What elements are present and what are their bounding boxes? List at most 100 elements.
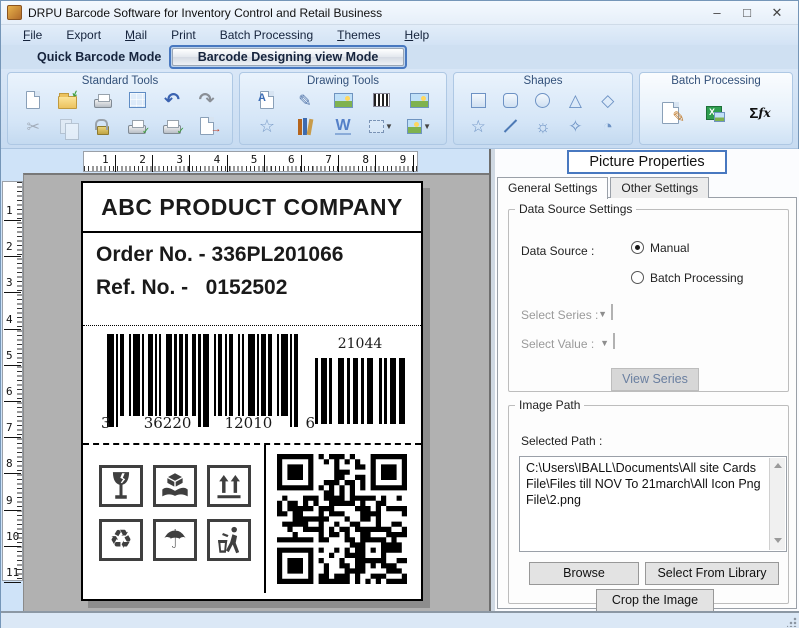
barcode-label-preview[interactable]: ABC PRODUCT COMPANY Order No. - 336PL201… [81, 181, 423, 601]
open-file-icon[interactable] [56, 89, 80, 111]
barcode-tool-icon[interactable] [369, 89, 393, 111]
browse-button[interactable]: Browse [529, 562, 639, 585]
h-ruler-number: 4 [214, 153, 221, 166]
panel-tabs: General Settings Other Settings [497, 177, 711, 198]
shape-tool-icon[interactable]: ☆ [255, 115, 279, 137]
image-path-group: Image Path Selected Path : C:\Users\IBAL… [508, 398, 789, 604]
company-name-text: ABC PRODUCT COMPANY [101, 194, 403, 221]
crop-the-image-button[interactable]: Crop the Image [596, 589, 714, 612]
radio-batch-circle[interactable] [631, 271, 644, 284]
panel-title: Picture Properties [589, 154, 704, 170]
h-ruler-number: 6 [288, 153, 295, 166]
view-series-button[interactable]: View Series [611, 368, 699, 391]
minimize-button[interactable]: – [702, 3, 732, 23]
star-shape-icon[interactable]: ☆ [466, 115, 490, 137]
select-from-library-button[interactable]: Select From Library [645, 562, 779, 585]
cut-icon[interactable]: ✂ [21, 115, 45, 137]
tab-other-settings[interactable]: Other Settings [610, 177, 709, 198]
menu-item-help[interactable]: Help [393, 26, 442, 44]
fragile-icon [99, 465, 143, 507]
radio-manual-circle[interactable] [631, 241, 644, 254]
menu-item-themes[interactable]: Themes [325, 26, 392, 44]
ellipse-shape-icon[interactable] [531, 89, 555, 111]
pencil-tool-icon[interactable]: ✎ [293, 89, 317, 111]
textarea-scrollbar[interactable] [769, 458, 785, 550]
triangle-shape-icon[interactable]: △ [563, 89, 587, 111]
supplement-barcode: 21044 [315, 336, 405, 424]
image-tool-icon[interactable] [331, 89, 355, 111]
text-tool-icon[interactable]: A [255, 89, 279, 111]
undo-icon[interactable]: ↶ [160, 89, 184, 111]
barcode-group1: 36220 [144, 414, 192, 432]
print-icon[interactable] [91, 89, 115, 111]
close-button[interactable]: ✕ [762, 3, 792, 23]
design-canvas[interactable]: ABC PRODUCT COMPANY Order No. - 336PL201… [23, 173, 489, 611]
label-company-section: ABC PRODUCT COMPANY [83, 183, 421, 233]
selected-path-textarea[interactable]: C:\Users\IBALL\Documents\All site Cards … [519, 456, 787, 552]
quick-barcode-mode-button[interactable]: Quick Barcode Mode [29, 48, 169, 66]
menu-item-batch-processing[interactable]: Batch Processing [208, 26, 325, 44]
menu-item-mail[interactable]: Mail [113, 26, 159, 44]
menu-item-export[interactable]: Export [54, 26, 113, 44]
data-source-label: Data Source : [521, 244, 594, 258]
radio-manual[interactable]: Manual [631, 241, 689, 255]
barcode-right-digit: 6 [305, 414, 315, 432]
panel-content: Data Source Settings Data Source : Manua… [497, 197, 797, 609]
grid-icon[interactable] [125, 89, 149, 111]
select-value-dropdown[interactable]: ▼ [613, 333, 615, 349]
watermark-tool-icon[interactable]: W [331, 115, 355, 137]
gallery-tool-icon[interactable]: ▼ [407, 115, 431, 137]
picture-properties-highlight-frame: Picture Properties [567, 150, 727, 174]
formula-icon[interactable]: Σfx [743, 98, 777, 128]
dispose-properly-icon [207, 519, 251, 561]
h-ruler-number: 5 [251, 153, 258, 166]
copy-icon[interactable] [56, 115, 80, 137]
line-shape-icon[interactable] [499, 115, 523, 137]
barcode-designing-view-mode-button[interactable]: Barcode Designing view Mode [172, 48, 404, 66]
pie-shape-icon[interactable]: ◔ [596, 115, 620, 137]
square-shape-icon[interactable] [466, 89, 490, 111]
h-ruler-number: 8 [362, 153, 369, 166]
unlock-icon[interactable] [91, 115, 115, 137]
library-tool-icon[interactable] [293, 118, 317, 135]
supplement-number: 21044 [315, 336, 405, 352]
rounded-square-shape-icon[interactable] [499, 89, 523, 111]
select-series-dropdown[interactable]: ▼ [611, 304, 613, 320]
four-point-star-shape-icon[interactable]: ✧ [563, 115, 587, 137]
edit-batch-icon[interactable]: ✎ [655, 98, 685, 128]
new-document-icon[interactable] [21, 89, 45, 111]
excel-import-icon[interactable] [699, 98, 729, 128]
resize-grip[interactable] [787, 617, 797, 627]
scroll-down-icon[interactable] [774, 538, 782, 543]
selected-path-label: Selected Path : [521, 434, 602, 448]
title-bar: DRPU Barcode Software for Inventory Cont… [1, 1, 798, 25]
radio-batch-processing[interactable]: Batch Processing [631, 271, 743, 285]
h-ruler-number: 2 [139, 153, 146, 166]
standard-tools-group: Standard Tools ↶ ↷ ✂ ✓ ✓ → [7, 72, 233, 145]
properties-panel: Picture Properties General Settings Othe… [495, 149, 799, 611]
window-title: DRPU Barcode Software for Inventory Cont… [28, 6, 382, 20]
keep-dry-icon: ☂ [153, 519, 197, 561]
h-ruler-number: 1 [102, 153, 109, 166]
drawing-tools-group: Drawing Tools A ✎ ☆ W ▼ ▼ [239, 72, 447, 145]
selection-tool-icon[interactable]: ▼ [369, 115, 393, 137]
v-ruler-number: 6 [6, 385, 13, 398]
export-document-icon[interactable]: → [195, 115, 219, 137]
menu-item-print[interactable]: Print [159, 26, 208, 44]
scroll-up-icon[interactable] [774, 463, 782, 468]
h-ruler-number: 3 [176, 153, 183, 166]
v-ruler-number: 9 [6, 494, 13, 507]
application-window: DRPU Barcode Software for Inventory Cont… [0, 0, 799, 628]
redo-icon[interactable]: ↷ [195, 89, 219, 111]
maximize-button[interactable]: □ [732, 3, 762, 23]
diamond-shape-icon[interactable]: ◇ [596, 89, 620, 111]
select-series-label: Select Series : [521, 308, 598, 322]
menu-item-file[interactable]: File [11, 26, 54, 44]
selected-path-value: C:\Users\IBALL\Documents\All site Cards … [526, 461, 761, 507]
picture-tool-icon[interactable] [407, 89, 431, 111]
print-preview-icon[interactable]: ✓ [125, 115, 149, 137]
tab-general-settings[interactable]: General Settings [497, 177, 608, 199]
print-settings-icon[interactable]: ✓ [160, 115, 184, 137]
sunburst-shape-icon[interactable]: ☼ [531, 115, 555, 137]
ribbon-toolbar: Standard Tools ↶ ↷ ✂ ✓ ✓ → Drawing Tools [1, 69, 798, 149]
